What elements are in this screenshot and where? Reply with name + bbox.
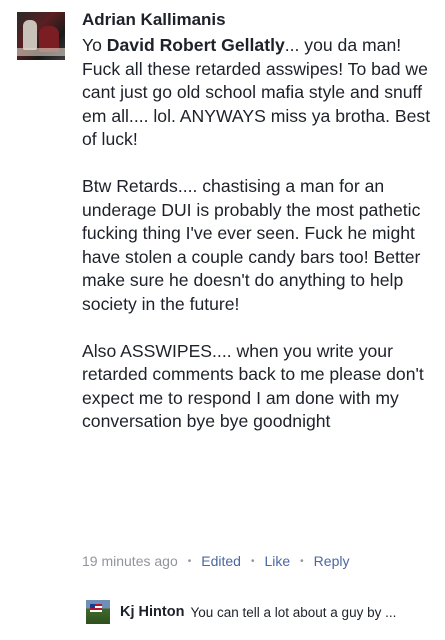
comment-author-name[interactable]: Adrian Kallimanis: [82, 10, 226, 30]
mention-link[interactable]: David Robert Gellatly: [107, 35, 285, 55]
separator-dot: •: [187, 555, 192, 567]
comment-timestamp[interactable]: 19 minutes ago: [82, 553, 178, 569]
separator-dot: •: [300, 555, 304, 567]
avatar-band: [17, 48, 65, 56]
comment-paragraph: Also ASSWIPES.... when you write your re…: [82, 340, 424, 432]
comment-paragraph: Yo David Robert Gellatly... you da man! …: [82, 34, 437, 152]
like-button[interactable]: Like: [264, 553, 290, 569]
avatar-figure-left: [23, 20, 37, 50]
comment-actions: 19 minutes ago • Edited • Like • Reply: [82, 553, 349, 569]
flag-canton: [90, 604, 95, 608]
separator-dot: •: [250, 555, 255, 567]
edited-link[interactable]: Edited: [201, 553, 241, 569]
comment-text: Yo: [82, 35, 107, 55]
reply-avatar[interactable]: [86, 600, 110, 624]
comment-paragraph: Btw Retards.... chastising a man for an …: [82, 176, 421, 314]
comment-body: Yo David Robert Gellatly... you da man! …: [82, 34, 437, 434]
comment: Adrian Kallimanis Yo David Robert Gellat…: [0, 0, 445, 640]
reply-button[interactable]: Reply: [314, 553, 350, 569]
commenter-avatar[interactable]: [17, 12, 65, 60]
reply-preview[interactable]: Kj Hinton You can tell a lot about a guy…: [86, 597, 445, 627]
reply-author-name[interactable]: Kj Hinton: [120, 604, 184, 620]
reply-snippet[interactable]: You can tell a lot about a guy by ...: [190, 605, 396, 620]
